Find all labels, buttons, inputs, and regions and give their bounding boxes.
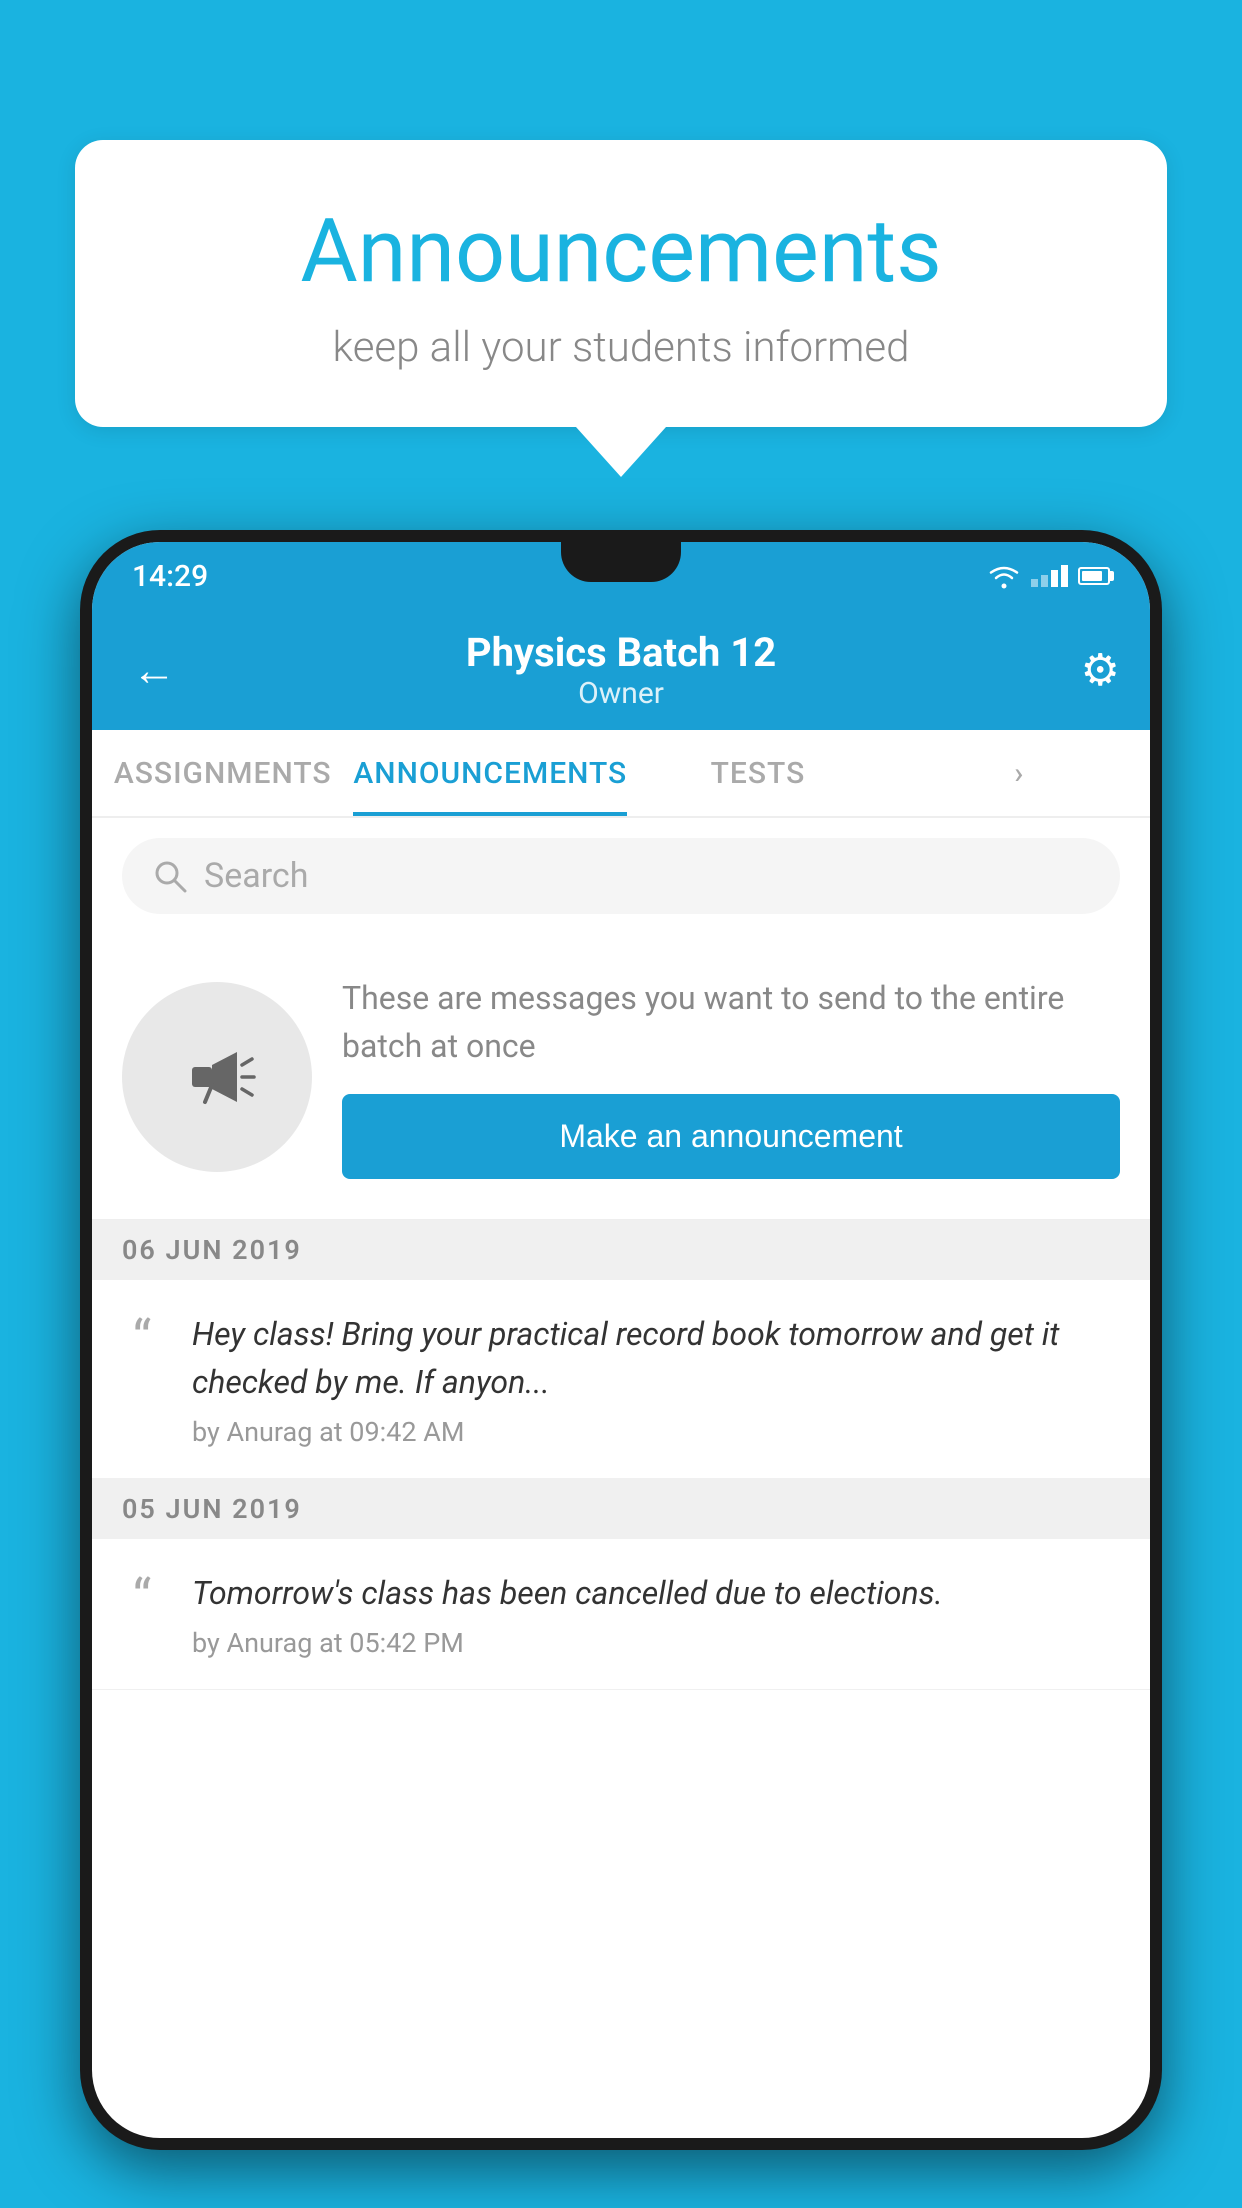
status-time: 14:29	[132, 559, 208, 594]
bubble-arrow	[576, 427, 666, 477]
status-icons	[987, 563, 1110, 589]
tab-announcements[interactable]: ANNOUNCEMENTS	[353, 730, 627, 816]
announcement-text-1: Hey class! Bring your practical record b…	[192, 1310, 1120, 1406]
battery-icon	[1078, 567, 1110, 585]
bubble-subtitle: keep all your students informed	[155, 323, 1087, 372]
cta-description: These are messages you want to send to t…	[342, 974, 1120, 1070]
notch	[561, 542, 681, 582]
signal-icon	[1031, 565, 1068, 587]
announcement-text-2: Tomorrow's class has been cancelled due …	[192, 1569, 1120, 1617]
app-bar-subtitle: Owner	[466, 676, 776, 711]
search-bar[interactable]: Search	[122, 838, 1120, 914]
announcement-item-2: “ Tomorrow's class has been cancelled du…	[92, 1539, 1150, 1690]
cta-content: These are messages you want to send to t…	[342, 974, 1120, 1179]
phone-container: 14:29	[80, 530, 1162, 2208]
speech-bubble-card: Announcements keep all your students inf…	[75, 140, 1167, 427]
settings-button[interactable]: ⚙	[1081, 644, 1120, 696]
date-separator-2: 05 JUN 2019	[92, 1479, 1150, 1539]
status-bar: 14:29	[92, 542, 1150, 610]
search-container: Search	[92, 818, 1150, 934]
announcement-meta-2: by Anurag at 05:42 PM	[192, 1627, 1120, 1659]
make-announcement-button[interactable]: Make an announcement	[342, 1094, 1120, 1179]
phone-frame: 14:29	[80, 530, 1162, 2150]
tab-more[interactable]: ›	[889, 730, 1150, 816]
app-bar-title: Physics Batch 12	[466, 629, 776, 676]
announcement-item-1: “ Hey class! Bring your practical record…	[92, 1280, 1150, 1479]
search-icon	[152, 858, 188, 894]
search-placeholder: Search	[204, 856, 308, 896]
announcement-content-1: Hey class! Bring your practical record b…	[192, 1310, 1120, 1448]
announcement-content-2: Tomorrow's class has been cancelled due …	[192, 1569, 1120, 1659]
speech-bubble-section: Announcements keep all your students inf…	[75, 140, 1167, 477]
tab-tests[interactable]: TESTS	[627, 730, 888, 816]
tabs-bar: ASSIGNMENTS ANNOUNCEMENTS TESTS ›	[92, 730, 1150, 818]
app-bar: ← Physics Batch 12 Owner ⚙	[92, 610, 1150, 730]
quote-icon-2: “	[112, 1573, 172, 1625]
bubble-title: Announcements	[155, 200, 1087, 303]
cta-area: These are messages you want to send to t…	[92, 934, 1150, 1220]
date-separator-1: 06 JUN 2019	[92, 1220, 1150, 1280]
megaphone-icon	[167, 1027, 267, 1127]
tab-assignments[interactable]: ASSIGNMENTS	[92, 730, 353, 816]
phone-screen: 14:29	[92, 542, 1150, 2138]
app-bar-title-container: Physics Batch 12 Owner	[466, 629, 776, 711]
megaphone-circle	[122, 982, 312, 1172]
back-button[interactable]: ←	[122, 634, 186, 706]
quote-icon-1: “	[112, 1314, 172, 1366]
announcement-meta-1: by Anurag at 09:42 AM	[192, 1416, 1120, 1448]
wifi-icon	[987, 563, 1021, 589]
